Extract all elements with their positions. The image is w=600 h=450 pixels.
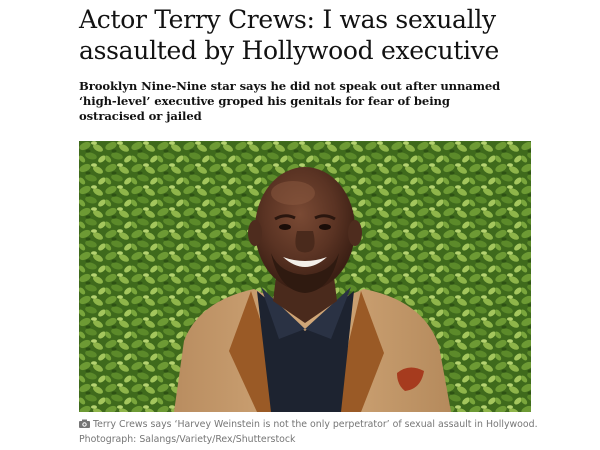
camera-icon	[79, 419, 90, 433]
photo-credit: Photograph: Salangs/Variety/Rex/Shutters…	[79, 434, 296, 445]
eye-right	[319, 224, 331, 230]
image-caption: Terry Crews says ‘Harvey Weinstein is no…	[79, 418, 549, 447]
head-highlight	[271, 181, 315, 205]
ear-left	[248, 220, 262, 246]
ear-right	[348, 220, 362, 246]
eye-left	[279, 224, 291, 230]
article-main-image[interactable]	[79, 141, 531, 412]
nose	[295, 231, 315, 253]
article-standfirst: Brooklyn Nine-Nine star says he did not …	[79, 79, 501, 123]
article-headline: Actor Terry Crews: I was sexually assaul…	[79, 5, 500, 65]
caption-text: Terry Crews says ‘Harvey Weinstein is no…	[93, 419, 538, 430]
